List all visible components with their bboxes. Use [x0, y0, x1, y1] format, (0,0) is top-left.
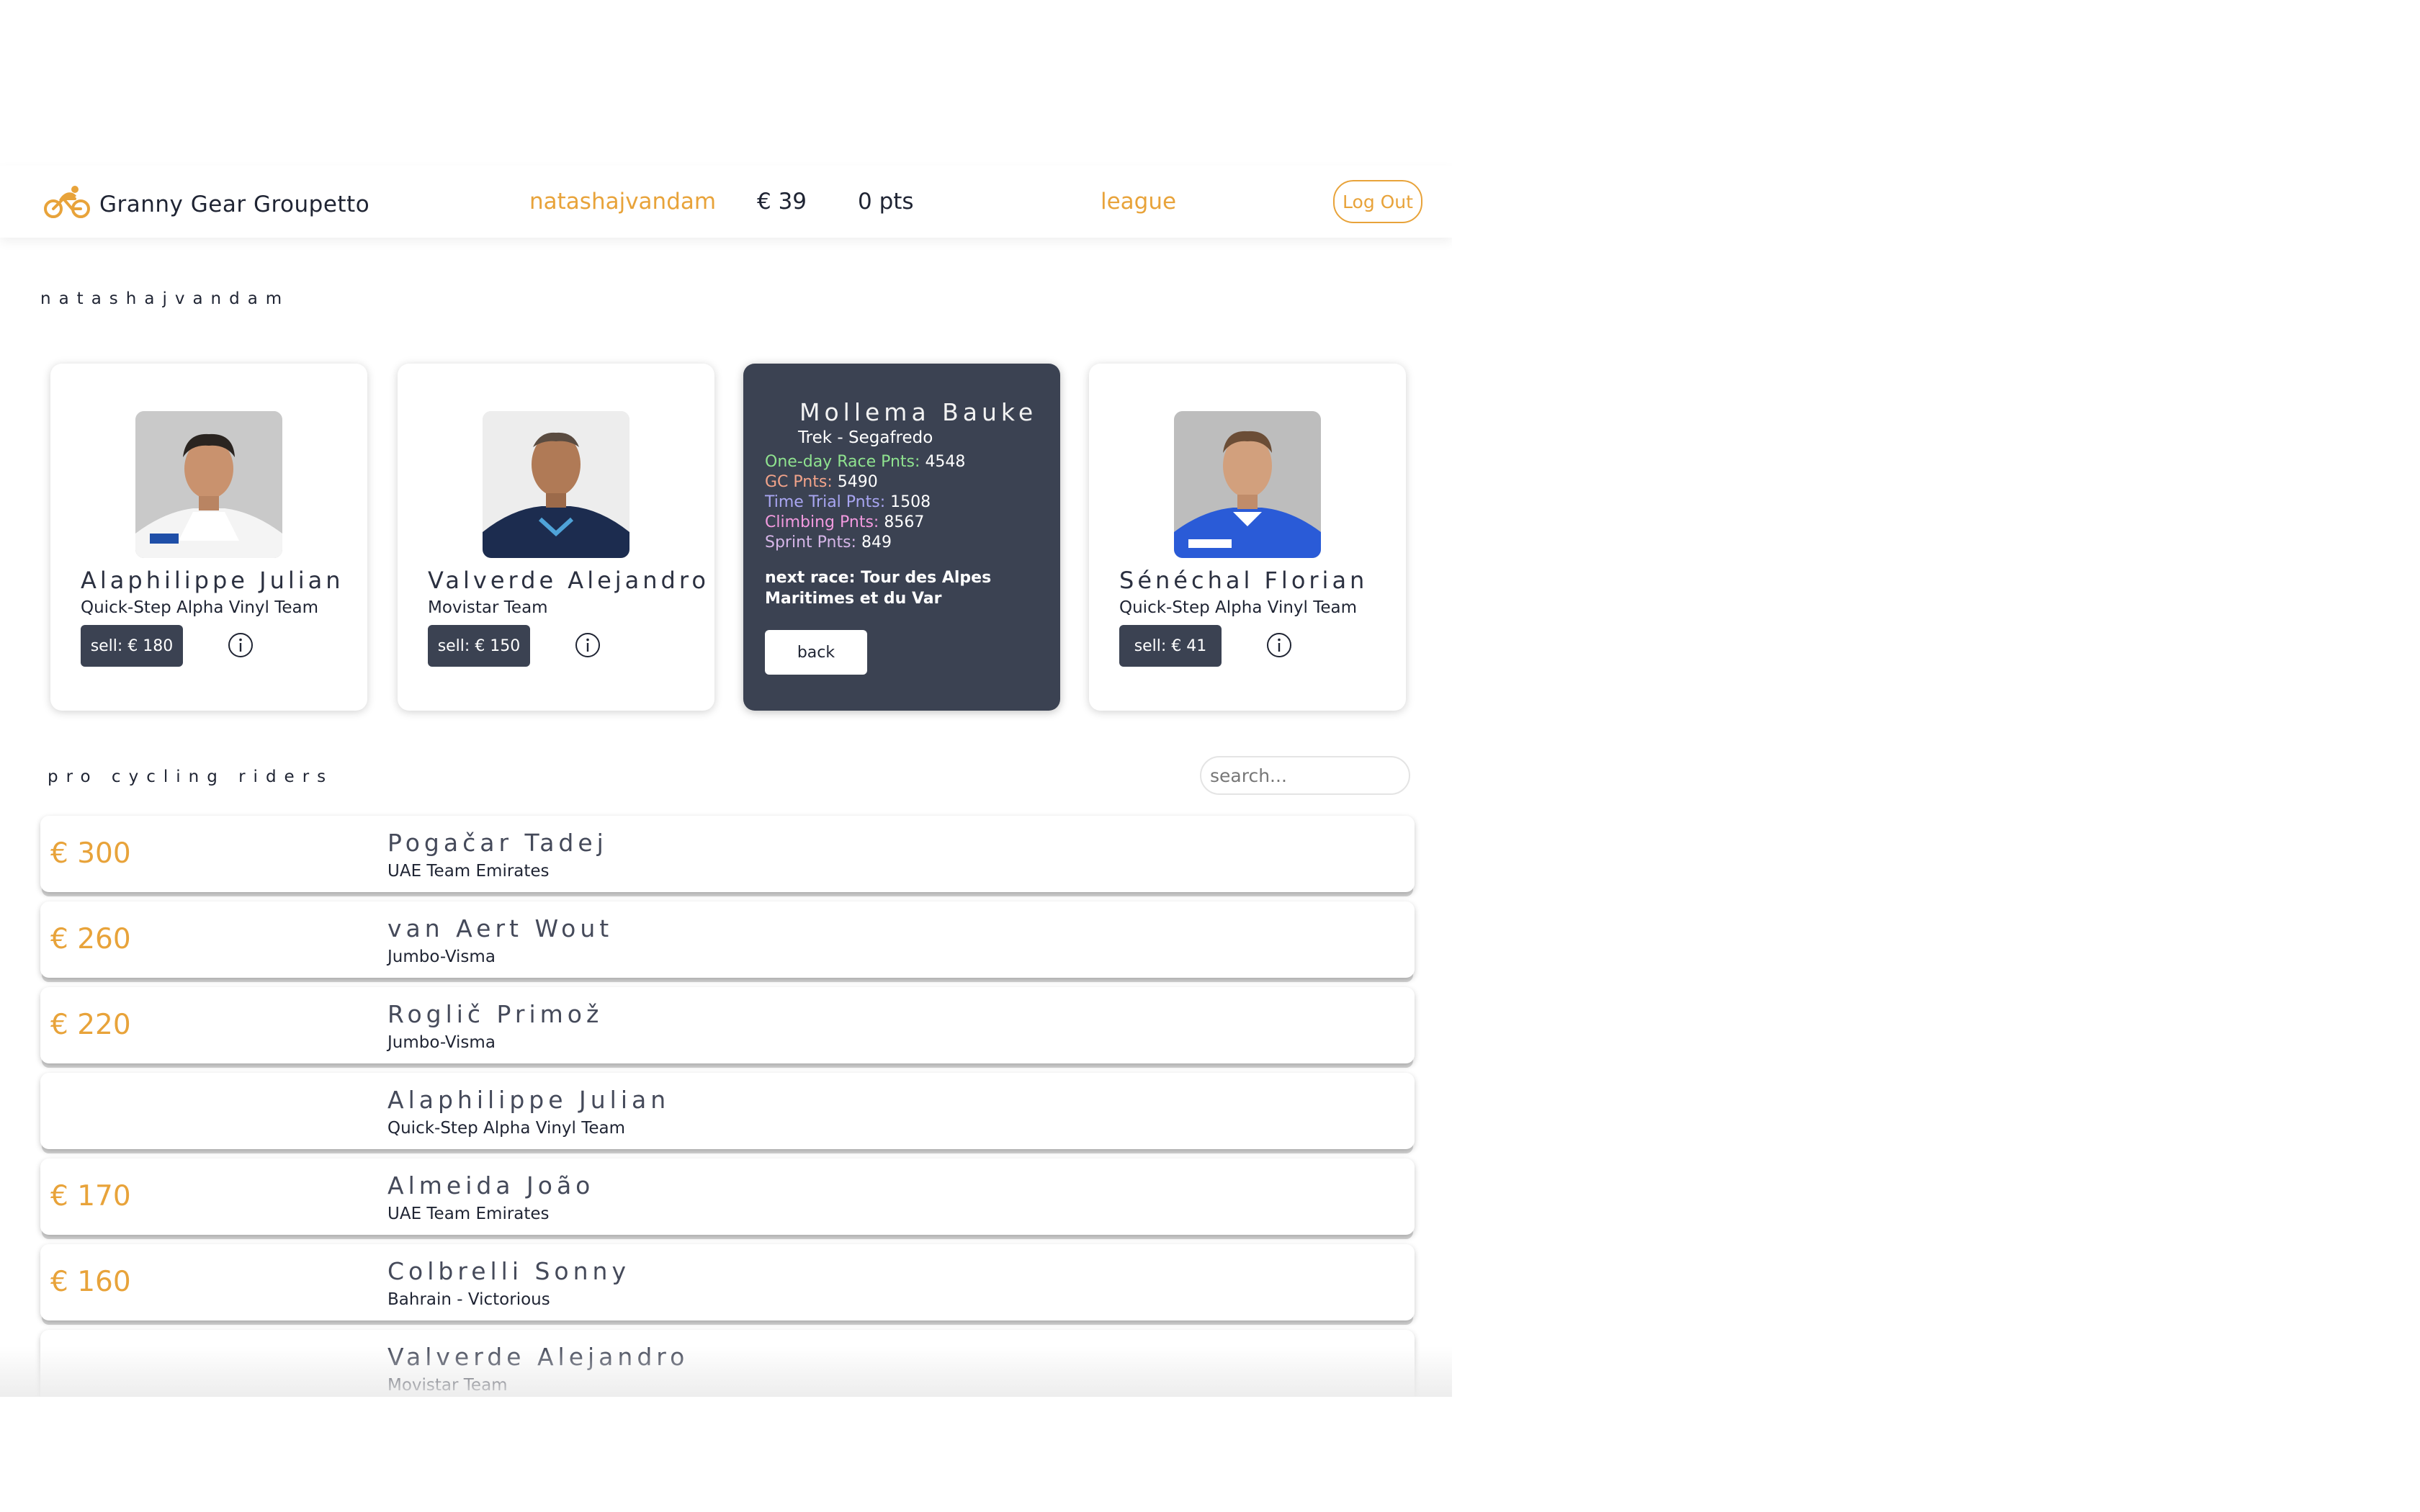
rider-price: € 220: [50, 1009, 131, 1041]
rider-team: Jumbo-Visma: [387, 948, 496, 966]
rider-name: Sénéchal Florian: [1119, 567, 1368, 594]
rider-team: Quick-Step Alpha Vinyl Team: [387, 1119, 626, 1138]
rider-name: Alaphilippe Julian: [387, 1086, 671, 1114]
rider-team: Quick-Step Alpha Vinyl Team: [81, 598, 319, 617]
team-section-title: natashajvandam: [40, 289, 290, 308]
rider-team: Trek - Segafredo: [798, 428, 933, 447]
sell-button[interactable]: sell: € 41: [1119, 625, 1222, 667]
league-link[interactable]: league: [1101, 189, 1176, 215]
rider-list-item[interactable]: € 300 Pogačar Tadej UAE Team Emirates: [40, 816, 1415, 892]
stat-sprint: Sprint Pnts: 849: [765, 534, 892, 552]
nav-username-link[interactable]: natashajvandam: [529, 189, 716, 215]
rider-name: Almeida João: [387, 1171, 595, 1200]
stat-value: 849: [861, 534, 892, 552]
rider-list-item[interactable]: € 260 van Aert Wout Jumbo-Visma: [40, 901, 1415, 978]
info-icon[interactable]: [575, 632, 601, 658]
stat-climbing: Climbing Pnts: 8567: [765, 513, 924, 531]
stat-label: GC Pnts:: [765, 473, 833, 491]
stat-label: Climbing Pnts:: [765, 513, 879, 531]
brand[interactable]: Granny Gear Groupetto: [43, 184, 369, 225]
rider-name: Valverde Alejandro: [387, 1343, 689, 1371]
stat-gc: GC Pnts: 5490: [765, 473, 878, 491]
rider-name: Colbrelli Sonny: [387, 1257, 630, 1285]
info-icon[interactable]: [1266, 632, 1292, 658]
rider-name: Valverde Alejandro: [428, 567, 709, 594]
rider-name: Alaphilippe Julian: [81, 567, 344, 594]
rider-name: Mollema Bauke: [799, 398, 1038, 426]
rider-price: € 300: [50, 837, 131, 870]
info-icon[interactable]: [228, 632, 254, 658]
rider-team: Jumbo-Visma: [387, 1033, 496, 1052]
rider-list-item[interactable]: Valverde Alejandro Movistar Team: [40, 1330, 1415, 1397]
team-rider-card-details: Mollema Bauke Trek - Segafredo One-day R…: [743, 364, 1060, 711]
team-rider-card: Sénéchal Florian Quick-Step Alpha Vinyl …: [1089, 364, 1406, 711]
rider-team: Movistar Team: [428, 598, 548, 617]
rider-team: Movistar Team: [387, 1376, 508, 1395]
search-input[interactable]: [1200, 756, 1410, 795]
team-rider-card: Valverde Alejandro Movistar Team sell: €…: [398, 364, 714, 711]
rider-price: € 170: [50, 1180, 131, 1212]
rider-photo: [135, 411, 282, 558]
sell-button[interactable]: sell: € 180: [81, 625, 183, 667]
points-display: 0 pts: [858, 189, 914, 215]
rider-price: € 260: [50, 923, 131, 955]
rider-name: Roglič Primož: [387, 1000, 604, 1028]
stat-label: Sprint Pnts:: [765, 534, 856, 552]
sell-button[interactable]: sell: € 150: [428, 625, 530, 667]
stat-one-day: One-day Race Pnts: 4548: [765, 453, 965, 471]
stat-value: 5490: [837, 473, 878, 491]
rider-team: UAE Team Emirates: [387, 1205, 550, 1223]
rider-team: Bahrain - Victorious: [387, 1290, 550, 1309]
rider-photo: [1174, 411, 1321, 558]
rider-name: van Aert Wout: [387, 914, 614, 942]
rider-name: Pogačar Tadej: [387, 829, 608, 857]
stat-value: 1508: [890, 493, 931, 511]
budget-display: € 39: [757, 189, 807, 215]
stat-value: 4548: [925, 453, 966, 471]
app-frame: Granny Gear Groupetto natashajvandam € 3…: [0, 0, 1452, 1397]
stat-label: Time Trial Pnts:: [765, 493, 886, 511]
rider-list-item[interactable]: Alaphilippe Julian Quick-Step Alpha Viny…: [40, 1073, 1415, 1149]
team-rider-card: Alaphilippe Julian Quick-Step Alpha Viny…: [50, 364, 367, 711]
rider-list-item[interactable]: € 160 Colbrelli Sonny Bahrain - Victorio…: [40, 1244, 1415, 1320]
rider-team: Quick-Step Alpha Vinyl Team: [1119, 598, 1358, 617]
rider-list-item[interactable]: € 170 Almeida João UAE Team Emirates: [40, 1158, 1415, 1235]
brand-name: Granny Gear Groupetto: [99, 192, 370, 217]
riders-section-title: pro cycling riders: [48, 768, 334, 786]
rider-list-item[interactable]: € 220 Roglič Primož Jumbo-Visma: [40, 987, 1415, 1063]
stat-value: 8567: [884, 513, 925, 531]
logout-button[interactable]: Log Out: [1333, 180, 1422, 223]
top-navbar: Granny Gear Groupetto natashajvandam € 3…: [0, 166, 1452, 238]
stat-time-trial: Time Trial Pnts: 1508: [765, 493, 931, 511]
rider-photo: [483, 411, 629, 558]
rider-team: UAE Team Emirates: [387, 862, 550, 881]
back-button[interactable]: back: [765, 630, 867, 675]
cyclist-icon: [43, 184, 99, 225]
next-race-text: next race: Tour des Alpes Maritimes et d…: [765, 569, 992, 608]
rider-price: € 160: [50, 1266, 131, 1298]
stat-label: One-day Race Pnts:: [765, 453, 920, 471]
